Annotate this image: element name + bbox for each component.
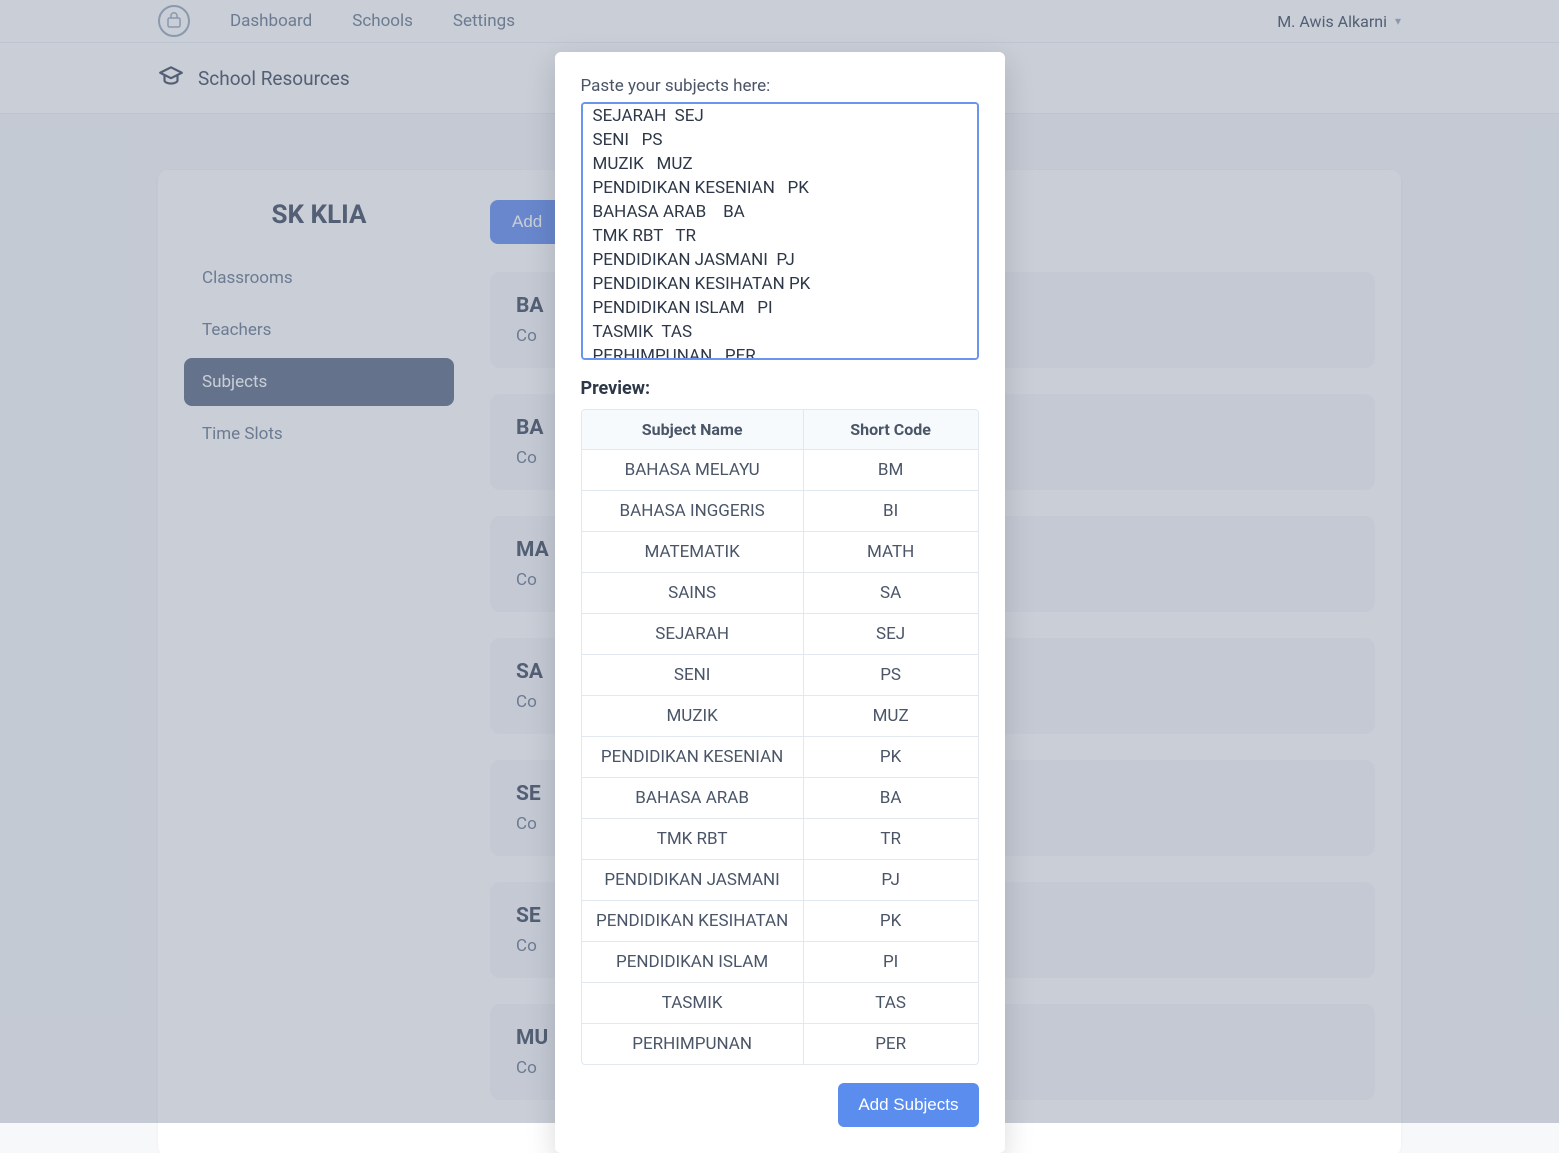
cell-short-code: SEJ (803, 614, 977, 655)
preview-table: Subject Name Short Code BAHASA MELAYUBMB… (581, 409, 979, 1065)
table-row: PENDIDIKAN KESIHATANPK (582, 901, 978, 942)
cell-short-code: PS (803, 655, 977, 696)
cell-subject-name: TASMIK (582, 983, 804, 1024)
table-row: BAHASA ARABBA (582, 778, 978, 819)
cell-subject-name: PENDIDIKAN ISLAM (582, 942, 804, 983)
table-row: BAHASA INGGERISBI (582, 491, 978, 532)
cell-short-code: SA (803, 573, 977, 614)
cell-short-code: BM (803, 450, 977, 491)
paste-label: Paste your subjects here: (581, 76, 979, 96)
cell-short-code: PI (803, 942, 977, 983)
col-header-subject-name: Subject Name (582, 410, 804, 450)
cell-short-code: TR (803, 819, 977, 860)
add-subjects-modal: Paste your subjects here: Preview: Subje… (555, 52, 1005, 1153)
cell-short-code: BA (803, 778, 977, 819)
cell-subject-name: PENDIDIKAN KESIHATAN (582, 901, 804, 942)
table-row: MUZIKMUZ (582, 696, 978, 737)
cell-short-code: PJ (803, 860, 977, 901)
table-row: PENDIDIKAN ISLAMPI (582, 942, 978, 983)
cell-short-code: MATH (803, 532, 977, 573)
modal-overlay[interactable]: Paste your subjects here: Preview: Subje… (0, 0, 1559, 1123)
table-row: SEJARAHSEJ (582, 614, 978, 655)
cell-subject-name: PERHIMPUNAN (582, 1024, 804, 1065)
cell-subject-name: SEJARAH (582, 614, 804, 655)
cell-subject-name: BAHASA INGGERIS (582, 491, 804, 532)
subjects-paste-textarea[interactable] (581, 102, 979, 360)
add-subjects-button[interactable]: Add Subjects (838, 1083, 978, 1127)
cell-short-code: MUZ (803, 696, 977, 737)
cell-short-code: PER (803, 1024, 977, 1065)
cell-subject-name: PENDIDIKAN JASMANI (582, 860, 804, 901)
cell-subject-name: SENI (582, 655, 804, 696)
cell-short-code: PK (803, 737, 977, 778)
cell-short-code: TAS (803, 983, 977, 1024)
table-row: SENIPS (582, 655, 978, 696)
table-row: PERHIMPUNANPER (582, 1024, 978, 1065)
cell-short-code: BI (803, 491, 977, 532)
cell-short-code: PK (803, 901, 977, 942)
cell-subject-name: PENDIDIKAN KESENIAN (582, 737, 804, 778)
preview-heading: Preview: (581, 378, 979, 399)
cell-subject-name: MUZIK (582, 696, 804, 737)
cell-subject-name: BAHASA ARAB (582, 778, 804, 819)
table-row: TASMIKTAS (582, 983, 978, 1024)
table-row: TMK RBTTR (582, 819, 978, 860)
table-row: SAINSSA (582, 573, 978, 614)
cell-subject-name: BAHASA MELAYU (582, 450, 804, 491)
table-row: PENDIDIKAN KESENIANPK (582, 737, 978, 778)
col-header-short-code: Short Code (803, 410, 977, 450)
table-row: PENDIDIKAN JASMANIPJ (582, 860, 978, 901)
table-row: BAHASA MELAYUBM (582, 450, 978, 491)
cell-subject-name: SAINS (582, 573, 804, 614)
table-row: MATEMATIKMATH (582, 532, 978, 573)
cell-subject-name: MATEMATIK (582, 532, 804, 573)
cell-subject-name: TMK RBT (582, 819, 804, 860)
